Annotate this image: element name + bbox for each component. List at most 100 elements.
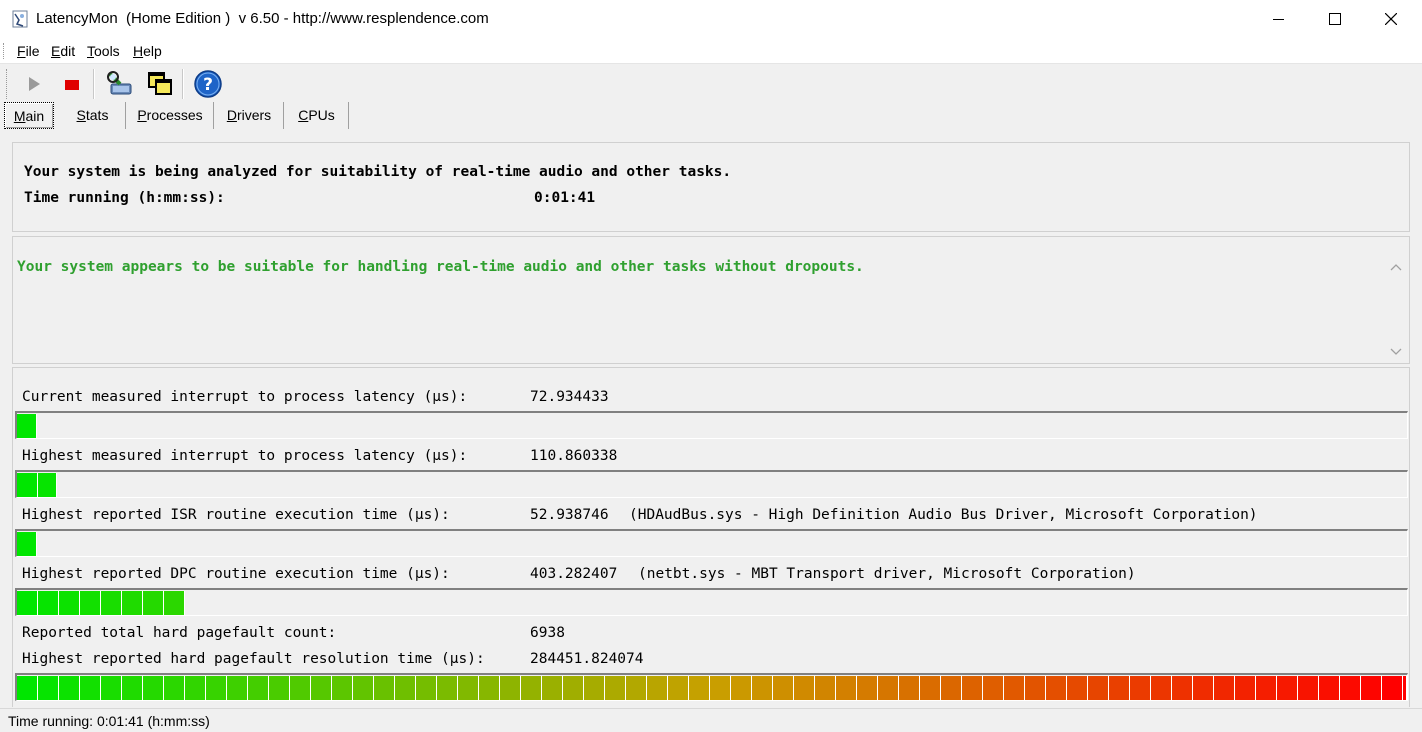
bar-segment — [1256, 676, 1277, 700]
time-running-value: 0:01:41 — [534, 190, 596, 206]
menu-edit[interactable]: Edit — [51, 43, 75, 59]
stop-icon — [65, 80, 79, 90]
metric-driver-dpc: (netbt.sys - MBT Transport driver, Micro… — [638, 566, 1136, 582]
toolbar-separator — [93, 69, 95, 99]
tab-drivers[interactable]: Drivers — [215, 102, 284, 129]
stop-button[interactable] — [56, 68, 88, 100]
bar-segment — [374, 676, 395, 700]
bar-segment — [1361, 676, 1382, 700]
bar-segment — [416, 676, 437, 700]
bar-segment — [500, 676, 521, 700]
toolbar-grip — [6, 69, 9, 99]
metric-label-pagefault-time: Highest reported hard pagefault resoluti… — [22, 651, 485, 667]
menu-file-accel: F — [17, 43, 26, 59]
play-icon — [29, 77, 40, 91]
bar-segment — [584, 676, 605, 700]
bar-segment — [122, 676, 143, 700]
tab-processes[interactable]: Processes — [127, 102, 214, 129]
bar-segment — [101, 676, 122, 700]
scroll-up-icon[interactable] — [1390, 262, 1402, 272]
analyze-icon — [107, 71, 132, 95]
status-text: Time running: 0:01:41 (h:mm:ss) — [8, 713, 210, 729]
tab-stats-accel: S — [76, 107, 86, 123]
result-panel[interactable]: Your system appears to be suitable for h… — [12, 236, 1410, 364]
bar-pagefault-time — [15, 673, 1408, 701]
help-icon: ? — [194, 70, 222, 98]
windows-button[interactable] — [144, 68, 176, 100]
bar-segment — [857, 676, 878, 700]
menu-edit-accel: E — [51, 43, 61, 59]
metric-value-current-latency: 72.934433 — [530, 389, 609, 405]
bar-dpc-time — [15, 588, 1408, 616]
tab-drivers-label: rivers — [236, 107, 272, 123]
bar-segment — [794, 676, 815, 700]
window-title: LatencyMon (Home Edition ) v 6.50 - http… — [36, 10, 489, 27]
bar-segment — [38, 676, 59, 700]
bar-segment — [1340, 676, 1361, 700]
toolbar-separator — [182, 69, 184, 99]
analyze-button[interactable] — [104, 68, 136, 100]
minimize-button[interactable] — [1250, 0, 1308, 38]
bar-segment — [353, 676, 374, 700]
scroll-down-icon[interactable] — [1390, 347, 1402, 357]
title-bar: LatencyMon (Home Edition ) v 6.50 - http… — [0, 0, 1422, 38]
bar-segment — [122, 591, 143, 615]
bar-segment — [668, 676, 689, 700]
menu-help[interactable]: Help — [133, 43, 162, 59]
bar-segment — [80, 676, 101, 700]
start-button[interactable] — [18, 68, 50, 100]
bar-segment — [1235, 676, 1256, 700]
bar-segment — [479, 676, 500, 700]
tab-cpus[interactable]: CPUs — [285, 102, 349, 129]
bar-segment — [290, 676, 311, 700]
metric-label-pagefault-count: Reported total hard pagefault count: — [22, 625, 337, 641]
bar-segment — [227, 676, 248, 700]
metric-label-highest-latency: Highest measured interrupt to process la… — [22, 448, 468, 464]
bar-segment — [17, 473, 38, 497]
bar-segment — [1193, 676, 1214, 700]
bar-segment — [920, 676, 941, 700]
menu-help-accel: H — [133, 43, 144, 59]
tab-cpus-label: PUs — [308, 107, 335, 123]
tab-main[interactable]: Main — [4, 102, 54, 129]
bar-segment — [164, 676, 185, 700]
windows-icon — [148, 72, 172, 95]
metric-label-isr-time: Highest reported ISR routine execution t… — [22, 507, 450, 523]
metric-value-highest-latency: 110.860338 — [530, 448, 618, 464]
bar-segment — [38, 591, 59, 615]
bar-segment — [1277, 676, 1298, 700]
bar-segment — [248, 676, 269, 700]
status-bar: Time running: 0:01:41 (h:mm:ss) — [0, 708, 1422, 732]
metric-value-pagefault-count: 6938 — [530, 625, 565, 641]
close-button[interactable] — [1362, 0, 1420, 38]
bar-isr-time — [15, 529, 1408, 557]
result-message: Your system appears to be suitable for h… — [17, 259, 864, 275]
bar-segment — [59, 591, 80, 615]
tab-drivers-accel: D — [226, 107, 237, 123]
tab-stats[interactable]: Stats — [60, 102, 126, 129]
bar-segment — [1130, 676, 1151, 700]
help-button[interactable]: ? — [192, 68, 224, 100]
maximize-icon — [1329, 13, 1341, 25]
bar-segment — [59, 676, 80, 700]
tab-processes-accel: P — [137, 107, 147, 123]
menu-file[interactable]: File — [17, 43, 40, 59]
bar-segment — [143, 676, 164, 700]
analysis-message: Your system is being analyzed for suitab… — [24, 164, 732, 180]
bar-segment — [17, 532, 37, 556]
bar-segment — [521, 676, 542, 700]
bar-segment — [983, 676, 1004, 700]
bar-current-latency — [15, 411, 1408, 439]
svg-text:?: ? — [203, 75, 213, 95]
bar-segment — [17, 591, 38, 615]
metric-driver-isr: (HDAudBus.sys - High Definition Audio Bu… — [629, 507, 1258, 523]
bar-segment — [542, 676, 563, 700]
bar-segment — [605, 676, 626, 700]
bar-segment — [395, 676, 416, 700]
bar-segment — [962, 676, 983, 700]
bar-segment — [710, 676, 731, 700]
metric-label-dpc-time: Highest reported DPC routine execution t… — [22, 566, 450, 582]
maximize-button[interactable] — [1306, 0, 1364, 38]
toolbar: ? — [0, 65, 1422, 102]
menu-tools[interactable]: Tools — [87, 43, 120, 59]
